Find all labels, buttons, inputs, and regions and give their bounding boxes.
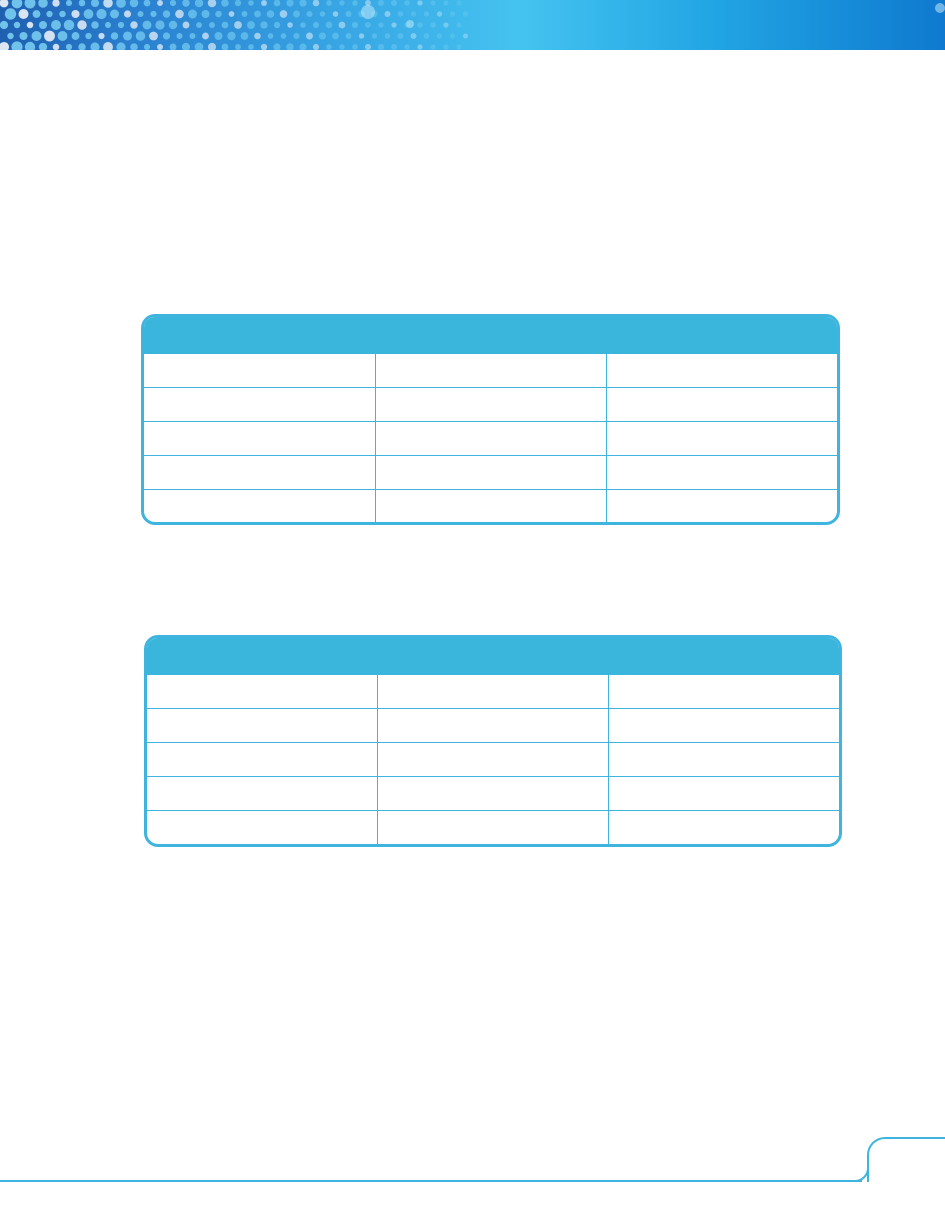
table-cell [144, 455, 376, 490]
footer-rule [0, 1180, 862, 1182]
table-cell [377, 675, 609, 709]
table-cell [144, 387, 376, 422]
table-row [144, 421, 837, 456]
header-banner [0, 0, 945, 50]
table-2 [144, 635, 842, 847]
table-cell [375, 421, 607, 456]
table-1 [141, 314, 840, 525]
table-cell [606, 421, 837, 456]
table-cell [147, 776, 379, 811]
table-row [147, 776, 839, 811]
table-cell [377, 742, 609, 777]
table-row [144, 354, 837, 388]
table-header-bar [144, 317, 837, 354]
table-cell [375, 455, 607, 490]
table-cell [377, 810, 609, 844]
table-row [144, 489, 837, 523]
table-body [144, 354, 837, 523]
table-cell [377, 776, 609, 811]
table-row [147, 708, 839, 743]
dot-pattern-decoration [0, 0, 945, 50]
table-cell [375, 354, 607, 388]
table-row [144, 387, 837, 422]
table-cell [608, 742, 839, 777]
table-cell [144, 354, 376, 388]
table-cell [144, 421, 376, 456]
table-cell [147, 675, 379, 709]
table-row [144, 455, 837, 490]
table-cell [608, 811, 839, 845]
table-cell [608, 675, 839, 709]
page-number-tab [867, 1137, 945, 1182]
table-cell [147, 810, 379, 844]
table-row [147, 675, 839, 709]
table-cell [375, 489, 607, 522]
table-row [147, 810, 839, 845]
table-cell [144, 489, 376, 522]
table-cell [147, 742, 379, 777]
table-cell [375, 387, 607, 422]
table-cell [606, 387, 837, 422]
table-cell [377, 708, 609, 743]
table-cell [147, 708, 379, 743]
table-row [147, 742, 839, 777]
table-header-bar [147, 638, 839, 675]
table-cell [606, 490, 837, 523]
table-cell [606, 354, 837, 388]
table-body [147, 675, 839, 844]
table-cell [606, 455, 837, 490]
table-cell [608, 776, 839, 811]
table-cell [608, 708, 839, 743]
